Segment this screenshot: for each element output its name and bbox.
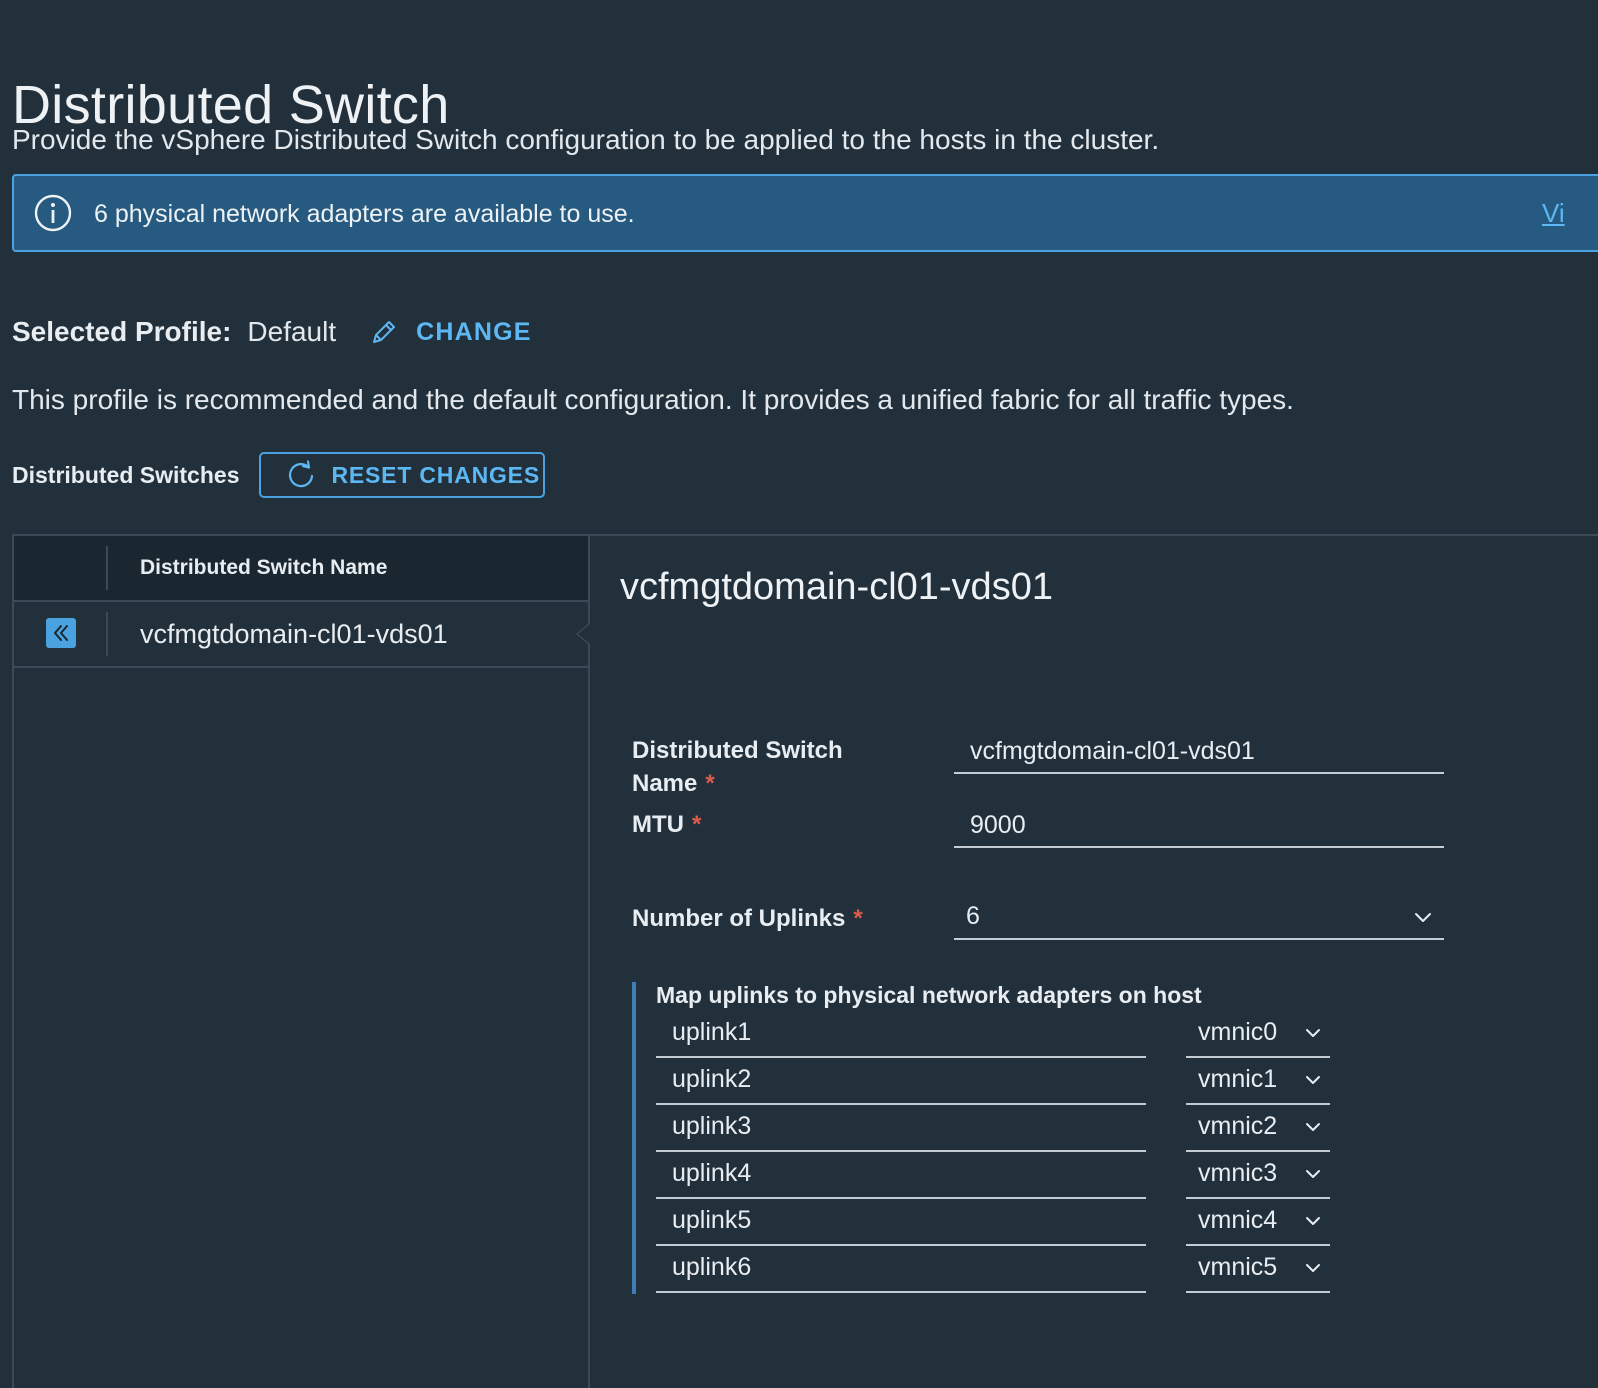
uplink-row: uplink4 vmnic3 xyxy=(656,1153,1336,1199)
collapse-detail-icon[interactable] xyxy=(46,618,76,648)
chevron-down-icon xyxy=(1306,1076,1320,1084)
vmnic-select[interactable]: vmnic1 xyxy=(1186,1059,1330,1105)
uplink-row: uplink1 vmnic0 xyxy=(656,1012,1336,1058)
vmnic-select[interactable]: vmnic5 xyxy=(1186,1247,1330,1293)
vmnic-value: vmnic2 xyxy=(1198,1112,1278,1140)
uplink-name-field: uplink3 xyxy=(656,1106,1146,1152)
vmnic-value: vmnic4 xyxy=(1198,1206,1278,1234)
uplink-mapping-title: Map uplinks to physical network adapters… xyxy=(656,982,1202,1008)
distributed-switches-label: Distributed Switches xyxy=(12,461,240,488)
change-profile-button[interactable]: CHANGE xyxy=(368,316,532,348)
uplink-name: uplink2 xyxy=(672,1065,752,1093)
banner-message: 6 physical network adapters are availabl… xyxy=(94,200,635,228)
switch-name-input[interactable] xyxy=(954,730,1444,774)
info-banner: 6 physical network adapters are availabl… xyxy=(12,174,1598,252)
vmnic-select[interactable]: vmnic2 xyxy=(1186,1106,1330,1152)
vmnic-value: vmnic0 xyxy=(1198,1018,1278,1046)
vmnic-value: vmnic3 xyxy=(1198,1159,1278,1187)
uplinks-count-label-text: Number of Uplinks xyxy=(632,905,846,932)
uplink-row: uplink6 vmnic5 xyxy=(656,1247,1336,1293)
switch-name-label-line2: Name xyxy=(632,770,698,797)
chevron-down-icon xyxy=(1306,1123,1320,1131)
detail-pane-border xyxy=(590,534,1598,536)
required-marker: * xyxy=(853,905,863,932)
page-subtitle: Provide the vSphere Distributed Switch c… xyxy=(12,124,1160,155)
selected-profile-value: Default xyxy=(247,316,337,347)
chevron-down-icon xyxy=(1306,1264,1320,1272)
required-marker: * xyxy=(705,770,715,797)
vmnic-value: vmnic5 xyxy=(1198,1253,1278,1281)
vmnic-select[interactable]: vmnic4 xyxy=(1186,1200,1330,1246)
mtu-label-text: MTU xyxy=(632,811,684,838)
vmnic-select[interactable]: vmnic3 xyxy=(1186,1153,1330,1199)
uplink-name: uplink1 xyxy=(672,1018,752,1046)
vmnic-select[interactable]: vmnic0 xyxy=(1186,1012,1330,1058)
uplink-row: uplink3 vmnic2 xyxy=(656,1106,1336,1152)
uplink-name-field: uplink1 xyxy=(656,1012,1146,1058)
uplink-row: uplink5 vmnic4 xyxy=(656,1200,1336,1246)
distributed-switch-grid: Distributed Switch Name vcfmgtdomain-cl0… xyxy=(12,534,590,1388)
pencil-icon xyxy=(373,321,396,343)
reset-changes-button[interactable]: RESET CHANGES xyxy=(259,452,546,498)
refresh-icon xyxy=(289,460,314,488)
grid-header: Distributed Switch Name xyxy=(14,536,588,602)
reset-changes-label: RESET CHANGES xyxy=(331,461,540,488)
uplink-name: uplink4 xyxy=(672,1159,752,1187)
switch-name-label-line1: Distributed Switch xyxy=(632,737,843,764)
column-header-switch-name[interactable]: Distributed Switch Name xyxy=(140,556,387,580)
chevron-down-icon xyxy=(1306,1029,1320,1037)
change-profile-label: CHANGE xyxy=(416,317,532,346)
selected-profile-row: Selected Profile: Default CHANGE xyxy=(12,312,532,352)
uplink-name: uplink5 xyxy=(672,1206,752,1234)
selected-profile-label: Selected Profile: xyxy=(12,316,232,347)
selected-row-caret xyxy=(576,622,590,646)
uplinks-count-value: 6 xyxy=(966,902,980,930)
distributed-switches-toolbar: Distributed Switches RESET CHANGES xyxy=(12,452,546,498)
chevron-down-icon xyxy=(1415,913,1431,922)
mtu-label: MTU * xyxy=(632,808,701,841)
switch-name-cell: vcfmgtdomain-cl01-vds01 xyxy=(140,619,448,649)
uplink-name-field: uplink5 xyxy=(656,1200,1146,1246)
uplink-row: uplink2 vmnic1 xyxy=(656,1059,1336,1105)
profile-description: This profile is recommended and the defa… xyxy=(12,384,1294,415)
uplink-name: uplink6 xyxy=(672,1253,752,1281)
info-icon xyxy=(34,194,72,232)
vmnic-value: vmnic1 xyxy=(1198,1065,1278,1093)
uplink-name-field: uplink4 xyxy=(656,1153,1146,1199)
uplinks-count-select[interactable]: 6 xyxy=(954,896,1444,940)
column-divider xyxy=(106,612,108,656)
mtu-input[interactable] xyxy=(954,804,1444,848)
banner-view-link[interactable]: Vi xyxy=(1542,198,1565,229)
chevron-down-icon xyxy=(1306,1170,1320,1178)
uplink-name-field: uplink6 xyxy=(656,1247,1146,1293)
required-marker: * xyxy=(691,811,702,838)
uplink-name: uplink3 xyxy=(672,1112,752,1140)
uplink-mapping-section: Map uplinks to physical network adapters… xyxy=(632,982,1436,1294)
detail-pane-title: vcfmgtdomain-cl01-vds01 xyxy=(620,566,1053,608)
chevron-down-icon xyxy=(1306,1217,1320,1225)
column-divider xyxy=(106,546,108,590)
uplink-name-field: uplink2 xyxy=(656,1059,1146,1105)
uplinks-count-label: Number of Uplinks * xyxy=(632,902,863,935)
table-row[interactable]: vcfmgtdomain-cl01-vds01 xyxy=(14,602,590,668)
switch-name-label: Distributed Switch Name * xyxy=(632,734,843,800)
